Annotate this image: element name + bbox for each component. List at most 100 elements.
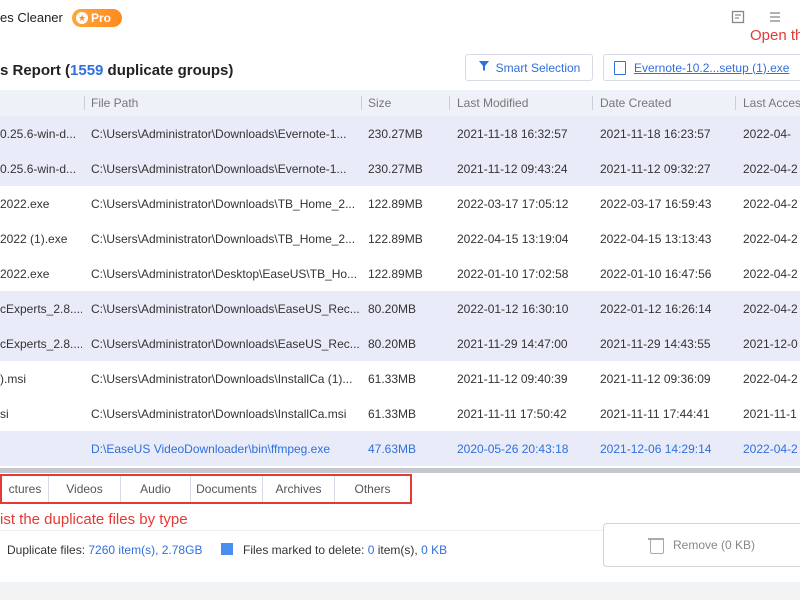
tab-documents[interactable]: Documents <box>191 476 263 502</box>
column-header-last-modified[interactable]: Last Modified <box>457 96 528 110</box>
marked-square-icon <box>221 543 233 555</box>
dup-items: 7260 <box>88 543 116 557</box>
cell-path: C:\Users\Administrator\Downloads\Install… <box>91 372 353 386</box>
table-row[interactable]: cExperts_2.8.... C:\Users\Administrator\… <box>0 326 800 361</box>
cell-created: 2021-12-06 14:29:14 <box>600 442 712 456</box>
file-icon <box>614 60 626 75</box>
marked-files-summary: Files marked to delete: 0 item(s), 0 KB <box>243 543 447 557</box>
cell-size: 122.89MB <box>368 197 423 211</box>
cell-created: 2022-01-12 16:26:14 <box>600 302 712 316</box>
cell-modified: 2022-01-10 17:02:58 <box>457 267 569 281</box>
cell-name: 2022.exe <box>0 197 50 211</box>
cell-accessed: 2022-04-2 <box>743 162 798 176</box>
cell-created: 2022-01-10 16:47:56 <box>600 267 712 281</box>
column-header-last-access[interactable]: Last Acces <box>743 96 800 110</box>
annotation-by-type: ist the duplicate files by type <box>0 511 188 528</box>
column-separator[interactable] <box>361 96 362 110</box>
horizontal-scrollbar[interactable] <box>0 468 800 473</box>
tab-archives[interactable]: Archives <box>263 476 335 502</box>
cell-name: ).msi <box>0 372 26 386</box>
dup-items-suffix: item(s), <box>115 543 162 557</box>
tab-videos[interactable]: Videos <box>49 476 121 502</box>
cell-name: cExperts_2.8.... <box>0 302 82 316</box>
table-row[interactable]: 0.25.6-win-d... C:\Users\Administrator\D… <box>0 116 800 151</box>
cell-size: 47.63MB <box>368 442 417 456</box>
cell-accessed: 2022-04-2 <box>743 197 798 211</box>
cell-created: 2022-03-17 16:59:43 <box>600 197 712 211</box>
del-label: Files marked to delete: <box>243 543 368 557</box>
report-title: s Report (1559 duplicate groups) <box>0 62 233 79</box>
cell-path: C:\Users\Administrator\Downloads\Install… <box>91 407 347 421</box>
table-row[interactable]: D:\EaseUS VideoDownloader\bin\ffmpeg.exe… <box>0 431 800 466</box>
cell-modified: 2022-03-17 17:05:12 <box>457 197 569 211</box>
cell-size: 122.89MB <box>368 232 423 246</box>
del-items-suffix: item(s), <box>374 543 422 557</box>
cell-created: 2021-11-29 14:43:55 <box>600 337 711 351</box>
cell-accessed: 2021-12-0 <box>743 337 798 351</box>
dup-label: Duplicate files: <box>7 543 89 557</box>
dup-size: 2.78GB <box>161 543 203 557</box>
cell-size: 122.89MB <box>368 267 423 281</box>
file-type-tabs: ctures Videos Audio Documents Archives O… <box>0 474 412 504</box>
cell-modified: 2022-04-15 13:19:04 <box>457 232 569 246</box>
filter-icon <box>478 60 490 75</box>
table-row[interactable]: si C:\Users\Administrator\Downloads\Inst… <box>0 396 800 431</box>
column-separator[interactable] <box>735 96 736 110</box>
table-header: File Path Size Last Modified Date Create… <box>0 90 800 116</box>
tab-pictures[interactable]: ctures <box>2 476 49 502</box>
cell-size: 61.33MB <box>368 407 417 421</box>
tab-others[interactable]: Others <box>335 476 410 502</box>
cell-modified: 2022-01-12 16:30:10 <box>457 302 569 316</box>
selected-file-chip[interactable]: Evernote-10.2...setup (1).exe <box>603 54 800 81</box>
cell-size: 80.20MB <box>368 337 417 351</box>
remove-button-label: Remove (0 KB) <box>672 538 756 552</box>
cell-created: 2021-11-12 09:36:09 <box>600 372 711 386</box>
cell-created: 2021-11-11 17:44:41 <box>600 407 710 421</box>
column-header-file-path[interactable]: File Path <box>91 96 138 110</box>
cell-accessed: 2021-11-1 <box>743 407 797 421</box>
cell-accessed: 2022-04-2 <box>743 372 798 386</box>
cell-modified: 2021-11-29 14:47:00 <box>457 337 568 351</box>
table-row[interactable]: 2022.exe C:\Users\Administrator\Desktop\… <box>0 256 800 291</box>
cell-path: C:\Users\Administrator\Downloads\EaseUS_… <box>91 302 360 316</box>
table-row[interactable]: ).msi C:\Users\Administrator\Downloads\I… <box>0 361 800 396</box>
cell-created: 2021-11-12 09:32:27 <box>600 162 711 176</box>
column-separator[interactable] <box>449 96 450 110</box>
cell-name: 2022.exe <box>0 267 50 281</box>
bottom-strip <box>0 582 800 600</box>
smart-selection-button[interactable]: Smart Selection <box>465 54 593 81</box>
report-title-prefix: s Report ( <box>0 62 71 79</box>
table-row[interactable]: 2022.exe C:\Users\Administrator\Download… <box>0 186 800 221</box>
table-row[interactable]: 0.25.6-win-d... C:\Users\Administrator\D… <box>0 151 800 186</box>
smart-selection-label: Smart Selection <box>495 60 581 75</box>
column-header-date-created[interactable]: Date Created <box>600 96 671 110</box>
cell-name: 0.25.6-win-d... <box>0 127 77 141</box>
column-separator[interactable] <box>84 96 85 110</box>
cell-path: C:\Users\Administrator\Downloads\Evernot… <box>91 162 347 176</box>
cell-name: 2022 (1).exe <box>0 232 68 246</box>
cell-accessed: 2022-04- <box>743 127 792 141</box>
column-header-size[interactable]: Size <box>368 96 391 110</box>
cell-path: C:\Users\Administrator\Downloads\EaseUS_… <box>91 337 360 351</box>
cell-name: si <box>0 407 9 421</box>
report-title-suffix: duplicate groups) <box>103 62 234 79</box>
cell-modified: 2021-11-12 09:43:24 <box>457 162 568 176</box>
tab-audio[interactable]: Audio <box>121 476 191 502</box>
remove-button[interactable]: Remove (0 KB) <box>603 523 800 567</box>
del-size: 0 KB <box>421 543 448 557</box>
cell-created: 2021-11-18 16:23:57 <box>600 127 711 141</box>
cell-modified: 2021-11-18 16:32:57 <box>457 127 568 141</box>
duplicate-files-summary: Duplicate files: 7260 item(s), 2.78GB <box>7 543 202 557</box>
cell-created: 2022-04-15 13:13:43 <box>600 232 712 246</box>
table-row[interactable]: 2022 (1).exe C:\Users\Administrator\Down… <box>0 221 800 256</box>
cell-accessed: 2022-04-2 <box>743 302 798 316</box>
table-row[interactable]: cExperts_2.8.... C:\Users\Administrator\… <box>0 291 800 326</box>
cell-size: 230.27MB <box>368 127 423 141</box>
cell-name: 0.25.6-win-d... <box>0 162 77 176</box>
group-count: 1559 <box>70 62 104 79</box>
column-separator[interactable] <box>592 96 593 110</box>
selected-file-name[interactable]: Evernote-10.2...setup (1).exe <box>634 61 789 75</box>
cell-accessed: 2022-04-2 <box>743 267 798 281</box>
cell-modified: 2021-11-12 09:40:39 <box>457 372 568 386</box>
cell-path: C:\Users\Administrator\Downloads\TB_Home… <box>91 197 356 211</box>
